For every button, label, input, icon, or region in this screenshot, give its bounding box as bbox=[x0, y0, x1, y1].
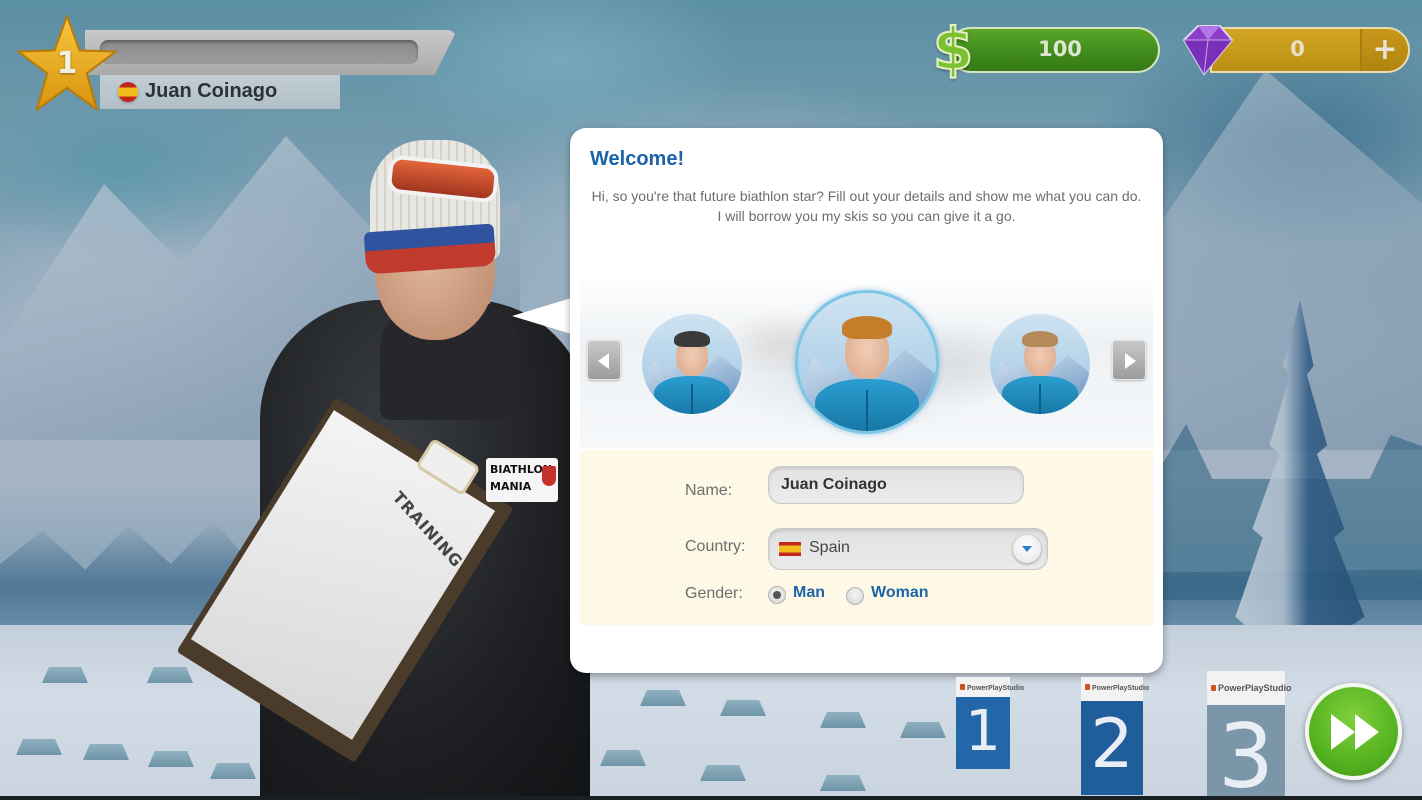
level-number: 1 bbox=[56, 46, 78, 81]
coach-character: TRAINING BIATHLON MANIA bbox=[176, 140, 590, 800]
biathlon-mania-patch: BIATHLON MANIA bbox=[486, 458, 558, 502]
bib-header: PowerPlayStudio bbox=[1207, 671, 1292, 705]
dialog-message: Hi, so you're that future biathlon star?… bbox=[591, 188, 1142, 224]
hair bbox=[674, 331, 710, 347]
bib-brand: PowerPlayStudio bbox=[1085, 684, 1149, 692]
player-panel: 1 Juan Coinago bbox=[0, 0, 480, 120]
bib-number: 2 bbox=[1090, 705, 1134, 784]
next-avatar-button[interactable] bbox=[1112, 340, 1146, 380]
bottom-edge bbox=[0, 796, 1422, 800]
gender-option-man[interactable]: Man bbox=[793, 584, 825, 602]
hair bbox=[842, 316, 892, 339]
avatar-option-1[interactable] bbox=[642, 314, 742, 414]
gender-radio-man[interactable] bbox=[768, 586, 786, 604]
snow-block bbox=[16, 739, 62, 755]
bib-number: 3 bbox=[1218, 705, 1274, 800]
bib-header: PowerPlayStudio bbox=[956, 677, 1024, 697]
avatar-option-3[interactable] bbox=[990, 314, 1090, 414]
chevron-right-icon bbox=[1125, 353, 1136, 369]
country-label: Country: bbox=[685, 538, 746, 555]
bib-sign-2: PowerPlayStudio 2 bbox=[1081, 677, 1149, 795]
previous-avatar-button[interactable] bbox=[587, 340, 621, 380]
cash-value: 100 bbox=[1038, 37, 1082, 61]
snow-block bbox=[42, 667, 88, 683]
chevron-left-icon bbox=[598, 353, 609, 369]
snow-block bbox=[83, 744, 129, 760]
chevron-down-icon bbox=[1022, 546, 1032, 552]
gender-label: Gender: bbox=[685, 585, 743, 602]
shield-icon bbox=[542, 466, 556, 486]
name-label: Name: bbox=[685, 482, 733, 499]
snow-block bbox=[900, 722, 946, 738]
zip bbox=[1039, 384, 1041, 414]
fast-forward-icon bbox=[1331, 714, 1379, 750]
gem-icon bbox=[1182, 25, 1234, 76]
bib-brand: PowerPlayStudio bbox=[1211, 683, 1292, 693]
snow-block bbox=[147, 667, 193, 683]
snow-block bbox=[148, 751, 194, 767]
continue-button[interactable] bbox=[1305, 683, 1402, 780]
gender-radio-woman[interactable] bbox=[846, 587, 864, 605]
bib-header: PowerPlayStudio bbox=[1081, 677, 1149, 701]
avatar-option-2-selected[interactable] bbox=[795, 290, 939, 434]
bib-number: 1 bbox=[965, 699, 1001, 764]
country-select[interactable]: Spain bbox=[768, 528, 1048, 570]
xp-progress-bar bbox=[100, 40, 418, 64]
bib-sign-3: PowerPlayStudio 3 bbox=[1207, 671, 1292, 800]
dropdown-button[interactable] bbox=[1013, 535, 1041, 563]
gender-option-woman[interactable]: Woman bbox=[871, 584, 928, 602]
add-gems-button[interactable]: + bbox=[1360, 29, 1408, 71]
snow-block bbox=[600, 750, 646, 766]
zip bbox=[865, 389, 869, 431]
country-value: Spain bbox=[809, 539, 850, 556]
bib-brand: PowerPlayStudio bbox=[960, 684, 1024, 692]
spain-flag-icon bbox=[779, 542, 801, 556]
dollar-icon: $ bbox=[932, 15, 974, 83]
snow-block bbox=[640, 690, 686, 706]
welcome-dialog: Welcome! Hi, so you're that future biath… bbox=[570, 128, 1163, 673]
hair bbox=[1022, 331, 1058, 347]
spain-flag-icon bbox=[118, 82, 138, 102]
zip bbox=[691, 384, 693, 414]
dialog-title: Welcome! bbox=[590, 148, 685, 170]
snow-block bbox=[820, 712, 866, 728]
snow-block bbox=[820, 775, 866, 791]
snow-block bbox=[720, 700, 766, 716]
name-input[interactable]: Juan Coinago bbox=[768, 466, 1024, 504]
snow-block bbox=[700, 765, 746, 781]
bib-sign-1: PowerPlayStudio 1 bbox=[956, 677, 1024, 769]
player-name: Juan Coinago bbox=[145, 80, 278, 102]
